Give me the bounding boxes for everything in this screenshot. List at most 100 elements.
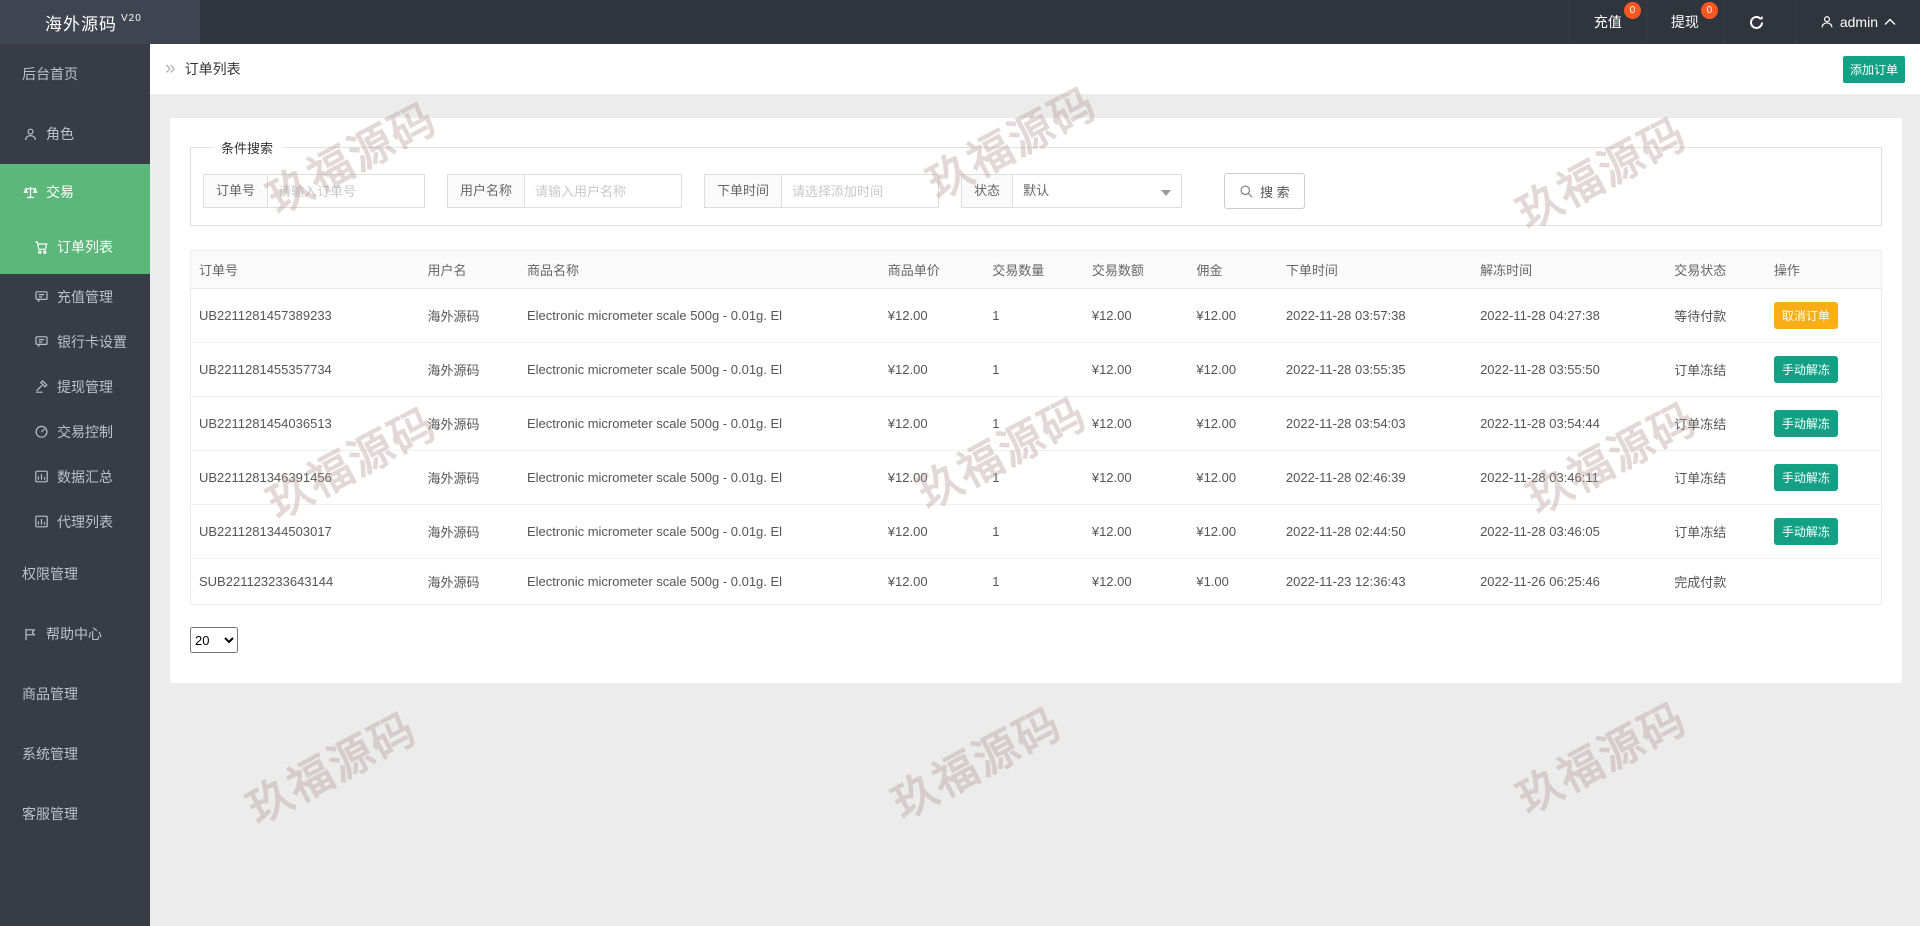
cell-user: 海外源码 xyxy=(419,342,519,397)
sidebar-item-product-manage[interactable]: 商品管理 xyxy=(0,664,150,724)
order-no-input[interactable] xyxy=(267,174,426,208)
column-header: 订单号 xyxy=(190,250,420,289)
table-row: UB2211281455357734 海外源码 Electronic microme… xyxy=(190,342,1882,397)
user-name-label: 用户名称 xyxy=(447,174,525,208)
sidebar-item-label: 银行卡设置 xyxy=(57,333,127,350)
order-no-label: 订单号 xyxy=(203,174,268,208)
cell-product: Electronic micrometer scale 500g - 0.01g… xyxy=(519,558,880,605)
user-name-input[interactable] xyxy=(524,174,683,208)
cell-order-time: 2022-11-28 03:57:38 xyxy=(1277,288,1473,343)
cell-qty: 1 xyxy=(984,558,1084,605)
sidebar-item-recharge-manage[interactable]: 充值管理 xyxy=(0,274,150,319)
column-header: 用户名 xyxy=(419,250,519,289)
cell-commission: ¥12.00 xyxy=(1188,504,1278,559)
sidebar-item-bank-card[interactable]: 银行卡设置 xyxy=(0,319,150,364)
sidebar-item-home[interactable]: 后台首页 xyxy=(0,44,150,104)
table-row: UB2211281454036513 海外源码 Electronic microme… xyxy=(190,396,1882,451)
sidebar-item-agent-list[interactable]: 代理列表 xyxy=(0,499,150,544)
orders-table: 订单号 用户名 商品名称 商品单价 交易数量 交易数额 佣金 下单时间 解冻时间 交易状态 操作 U… xyxy=(190,250,1882,605)
manual-unfreeze-button[interactable]: 手动解冻 xyxy=(1773,410,1838,437)
order-time-group: 下单时间 xyxy=(704,174,940,208)
cell-product: Electronic micrometer scale 500g - 0.01g… xyxy=(519,396,880,451)
app-logo: 海外源码 V20 xyxy=(0,0,200,44)
caret-down-icon xyxy=(1161,190,1172,196)
chart-icon xyxy=(33,514,49,530)
sidebar-item-order-list[interactable]: 订单列表 xyxy=(0,220,150,274)
sidebar-item-label: 交易控制 xyxy=(57,423,113,440)
sidebar-item-data-summary[interactable]: 数据汇总 xyxy=(0,454,150,499)
topbar: 海外源码 V20 充值 0 提现 0 admin xyxy=(0,0,1920,44)
cell-commission: ¥1.00 xyxy=(1188,558,1278,605)
manual-unfreeze-button[interactable]: 手动解冻 xyxy=(1773,518,1838,545)
cell-price: ¥12.00 xyxy=(879,558,985,605)
sidebar-item-label: 充值管理 xyxy=(57,288,113,305)
page-size-select[interactable]: 20 xyxy=(190,627,238,653)
sidebar-item-role[interactable]: 角色 xyxy=(0,104,150,164)
breadcrumb-arrow-icon: » xyxy=(165,58,176,79)
cell-order-no: UB2211281455357734 xyxy=(190,342,420,397)
cell-unfreeze-time: 2022-11-26 06:25:46 xyxy=(1472,558,1667,605)
order-time-label: 下单时间 xyxy=(704,174,782,208)
cell-price: ¥12.00 xyxy=(879,288,985,343)
cell-action: 手动解冻 xyxy=(1765,504,1882,559)
topbar-withdraw-button[interactable]: 提现 0 xyxy=(1645,0,1723,44)
manual-unfreeze-button[interactable]: 手动解冻 xyxy=(1773,464,1838,491)
chart-icon xyxy=(33,469,49,485)
cell-price: ¥12.00 xyxy=(879,450,985,505)
cancel-order-button[interactable]: 取消订单 xyxy=(1773,302,1838,329)
watermark: 玖福源码 xyxy=(1509,694,1695,824)
search-fieldset: 条件搜索 订单号 用户名称 下单时间 状态 xyxy=(190,138,1882,226)
topbar-recharge-label: 充值 xyxy=(1593,14,1622,30)
cell-action xyxy=(1765,558,1882,605)
flag-icon xyxy=(22,626,38,642)
sidebar-item-label: 帮助中心 xyxy=(46,626,102,642)
sidebar-item-withdraw-manage[interactable]: 提现管理 xyxy=(0,364,150,409)
cell-amount: ¥12.00 xyxy=(1083,396,1189,451)
status-label: 状态 xyxy=(961,174,1013,208)
cell-action: 取消订单 xyxy=(1765,288,1882,343)
search-button[interactable]: 搜 索 xyxy=(1224,173,1305,209)
cell-status: 订单冻结 xyxy=(1666,396,1766,451)
cell-product: Electronic micrometer scale 500g - 0.01g… xyxy=(519,288,880,343)
add-order-button[interactable]: 添加订单 xyxy=(1842,55,1905,83)
cell-user: 海外源码 xyxy=(419,558,519,605)
cell-price: ¥12.00 xyxy=(879,396,985,451)
user-name-group: 用户名称 xyxy=(447,174,683,208)
breadcrumb: » 订单列表 添加订单 xyxy=(150,44,1920,94)
refresh-button[interactable] xyxy=(1722,0,1795,44)
username: admin xyxy=(1839,14,1878,30)
board-icon xyxy=(33,334,49,350)
cell-status: 订单冻结 xyxy=(1666,504,1766,559)
cell-commission: ¥12.00 xyxy=(1188,450,1278,505)
cell-unfreeze-time: 2022-11-28 03:46:11 xyxy=(1472,450,1667,505)
sidebar-item-service-manage[interactable]: 客服管理 xyxy=(0,784,150,844)
app-logo-text: 海外源码 xyxy=(45,14,117,34)
sidebar: 后台首页角色交易 订单列表充值管理银行卡设置提现管理交易控制数据汇总 代理列表 权限管… xyxy=(0,44,150,926)
sidebar-item-permission[interactable]: 权限管理 xyxy=(0,544,150,604)
status-group: 状态 默认 xyxy=(961,174,1183,208)
sidebar-item-trade[interactable]: 交易 xyxy=(0,164,150,220)
cell-unfreeze-time: 2022-11-28 03:54:44 xyxy=(1472,396,1667,451)
cell-qty: 1 xyxy=(984,288,1084,343)
watermark: 玖福源码 xyxy=(884,699,1070,829)
cell-commission: ¥12.00 xyxy=(1188,396,1278,451)
user-menu[interactable]: admin xyxy=(1794,0,1920,44)
order-time-input[interactable] xyxy=(781,174,940,208)
manual-unfreeze-button[interactable]: 手动解冻 xyxy=(1773,356,1838,383)
cell-amount: ¥12.00 xyxy=(1083,450,1189,505)
topbar-right: 充值 0 提现 0 admin xyxy=(1568,0,1920,44)
sidebar-item-system-manage[interactable]: 系统管理 xyxy=(0,724,150,784)
cell-order-time: 2022-11-28 02:44:50 xyxy=(1277,504,1473,559)
cell-qty: 1 xyxy=(984,342,1084,397)
sidebar-item-trade-control[interactable]: 交易控制 xyxy=(0,409,150,454)
sidebar-item-label: 角色 xyxy=(46,126,74,142)
column-header: 解冻时间 xyxy=(1472,250,1667,289)
main-area: » 订单列表 添加订单 条件搜索 订单号 用户名称 下单时间 xyxy=(150,44,1920,683)
cell-order-time: 2022-11-28 03:55:35 xyxy=(1277,342,1473,397)
topbar-recharge-button[interactable]: 充值 0 xyxy=(1568,0,1646,44)
sidebar-item-help-center[interactable]: 帮助中心 xyxy=(0,604,150,664)
page-title: 订单列表 xyxy=(184,61,241,77)
content: 条件搜索 订单号 用户名称 下单时间 状态 xyxy=(150,94,1920,683)
search-legend: 条件搜索 xyxy=(221,141,274,156)
status-select[interactable]: 默认 xyxy=(1012,174,1183,208)
